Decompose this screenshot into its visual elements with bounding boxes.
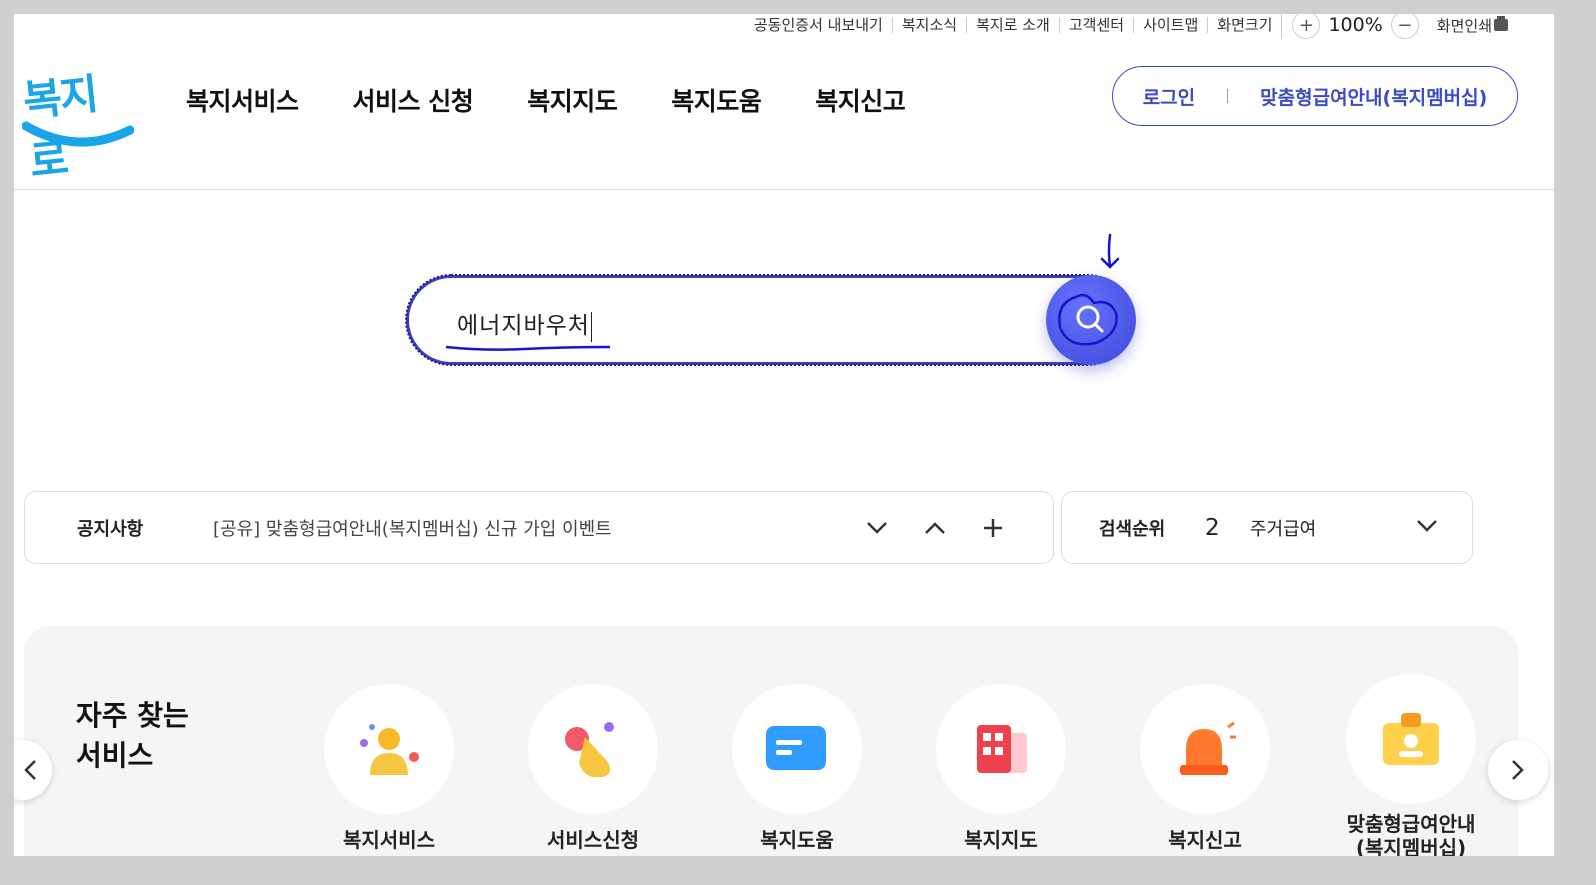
frequent-title-line2: 서비스 (76, 739, 154, 772)
service-icon-circle (1140, 684, 1270, 814)
logo-smile-icon (22, 121, 134, 147)
search-input-value: 에너지바우처 (457, 313, 590, 339)
service-label: 복지신고 (1168, 828, 1242, 852)
login-button[interactable]: 로그인 (1143, 83, 1195, 110)
util-about[interactable]: 복지로 소개 (966, 17, 1059, 33)
service-welfare-help[interactable]: 복지도움 (732, 684, 862, 852)
plus-icon (984, 518, 1002, 537)
page: 공동인증서 내보내기 복지소식 복지로 소개 고객센터 사이트맵 화면크기 + … (14, 14, 1554, 856)
zoom-control: + 100% − (1281, 14, 1428, 39)
nav-welfare-service[interactable]: 복지서비스 (186, 82, 299, 118)
service-label: 복지도움 (760, 828, 834, 852)
service-welfare-map[interactable]: 복지지도 (936, 684, 1066, 852)
chevron-left-icon (24, 760, 36, 780)
zoom-in-button[interactable]: + (1292, 14, 1321, 39)
nav-welfare-map[interactable]: 복지지도 (527, 82, 618, 118)
notice-link[interactable]: [공유] 맞춤형급여안내(복지멤버십) 신규 가입 이벤트 (213, 515, 612, 541)
util-customer-center[interactable]: 고객센터 (1058, 17, 1133, 33)
service-label-line1: 맞춤형급여안내 (1346, 812, 1476, 836)
search-icon (1076, 305, 1104, 333)
notice-more-button[interactable] (981, 516, 1005, 540)
chevron-right-icon (1512, 760, 1524, 780)
service-icon-circle (324, 684, 454, 814)
notice-bar: 공지사항 [공유] 맞춤형급여안내(복지멤버십) 신규 가입 이벤트 (24, 491, 1054, 564)
id-badge-icon (1383, 713, 1439, 765)
search-area: 에너지바우처 (405, 233, 1136, 366)
carousel-next-button[interactable] (1488, 740, 1548, 800)
rank-number: 2 (1205, 514, 1220, 541)
nav-welfare-report[interactable]: 복지신고 (815, 82, 906, 118)
zoom-value: 100% (1328, 14, 1383, 36)
membership-button[interactable]: 맞춤형급여안내(복지멤버십) (1260, 83, 1487, 110)
rank-keyword[interactable]: 주거급여 (1250, 515, 1316, 541)
person-icon (360, 724, 419, 775)
frequent-title: 자주 찾는 서비스 (76, 696, 236, 776)
service-icon-circle (528, 684, 658, 814)
siren-icon (1180, 721, 1236, 775)
search-rank-bar: 검색순위 2 주거급여 (1061, 491, 1473, 564)
print-label: 화면인쇄 (1436, 16, 1492, 35)
service-welfare-service[interactable]: 복지서비스 (324, 684, 454, 852)
service-label: 맞춤형급여안내 (복지멤버십) (1346, 812, 1476, 856)
util-screen-size-label: 화면크기 (1207, 17, 1281, 33)
header: 복지로 복지서비스 서비스 신청 복지지도 복지도움 복지신고 로그인 맞춤형급… (14, 44, 1554, 190)
service-icon-circle (1346, 674, 1476, 804)
arrow-annotation-icon (1100, 233, 1120, 269)
service-label-line2: (복지멤버십) (1355, 836, 1467, 856)
notice-label: 공지사항 (77, 518, 144, 540)
rank-label: 검색순위 (1099, 518, 1166, 540)
main-nav: 복지서비스 서비스 신청 복지지도 복지도움 복지신고 (186, 82, 906, 118)
rank-expand-button[interactable] (1416, 518, 1438, 537)
chevron-down-icon (1417, 520, 1437, 532)
nav-service-apply[interactable]: 서비스 신청 (353, 82, 474, 118)
building-icon (977, 725, 1027, 773)
service-welfare-report[interactable]: 복지신고 (1140, 684, 1270, 852)
notice-next-button[interactable] (865, 516, 889, 540)
util-cert-export[interactable]: 공동인증서 내보내기 (745, 17, 892, 33)
account-box: 로그인 맞춤형급여안내(복지멤버십) (1112, 66, 1518, 126)
chat-icon (766, 726, 826, 770)
printer-icon (1494, 16, 1508, 31)
frequent-title-line1: 자주 찾는 (76, 699, 189, 732)
utility-bar: 공동인증서 내보내기 복지소식 복지로 소개 고객센터 사이트맵 화면크기 + … (745, 14, 1508, 39)
print-button[interactable]: 화면인쇄 (1429, 15, 1508, 36)
service-label: 서비스신청 (547, 828, 639, 852)
service-membership[interactable]: 맞춤형급여안내 (복지멤버십) (1346, 674, 1476, 856)
search-input[interactable]: 에너지바우처 (457, 306, 1017, 342)
zoom-out-button[interactable]: − (1390, 14, 1419, 39)
notice-controls (865, 516, 1005, 540)
divider (1227, 89, 1229, 103)
search-button[interactable] (1046, 275, 1136, 365)
util-welfare-news[interactable]: 복지소식 (891, 17, 966, 33)
frequent-services: 자주 찾는 서비스 복지서비스 서비스신청 복지도움 복지지도 복지신고 맞춤형… (24, 626, 1518, 856)
chevron-up-icon (925, 521, 945, 534)
logo[interactable]: 복지로 (21, 62, 134, 186)
service-label: 복지서비스 (343, 828, 435, 852)
nav-welfare-help[interactable]: 복지도움 (671, 82, 762, 118)
service-apply[interactable]: 서비스신청 (528, 684, 658, 852)
util-sitemap[interactable]: 사이트맵 (1133, 17, 1207, 33)
search-box[interactable]: 에너지바우처 (405, 274, 1133, 366)
tap-hand-icon (565, 722, 614, 777)
service-icon-circle (732, 684, 862, 814)
notice-prev-button[interactable] (923, 516, 947, 540)
service-icon-circle (936, 684, 1066, 814)
chevron-down-icon (867, 521, 887, 534)
service-label: 복지지도 (964, 828, 1038, 852)
text-caret (590, 311, 593, 342)
